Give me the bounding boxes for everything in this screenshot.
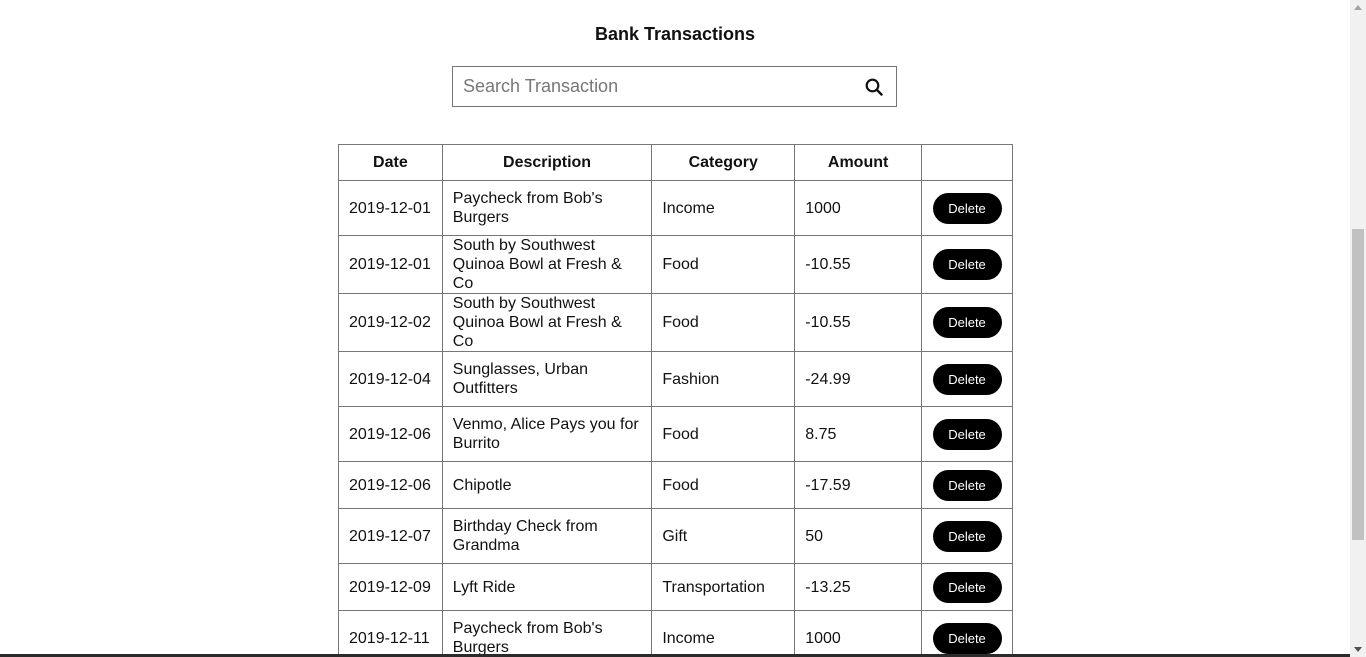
cell-date: 2019-12-11	[338, 610, 443, 657]
transactions-table: Date Description Category Amount 2019-12…	[338, 144, 1013, 657]
delete-button[interactable]: Delete	[932, 418, 1002, 450]
cell-category: Transportation	[651, 563, 796, 611]
delete-button[interactable]: Delete	[932, 622, 1002, 654]
table-row: 2019-12-09 Lyft Ride Transportation -13.…	[338, 563, 1013, 611]
cell-amount: -13.25	[794, 563, 922, 611]
table-row: 2019-12-07 Birthday Check from Grandma G…	[338, 508, 1013, 564]
cell-amount: 1000	[794, 180, 922, 236]
cell-description: Paycheck from Bob's Burgers	[441, 180, 653, 236]
cell-category: Income	[651, 610, 796, 657]
cell-description: Lyft Ride	[441, 563, 653, 611]
cell-action: Delete	[921, 508, 1013, 564]
cell-action: Delete	[921, 351, 1013, 407]
cell-amount: 50	[794, 508, 922, 564]
table-row: 2019-12-01 South by Southwest Quinoa Bow…	[338, 235, 1013, 294]
cell-action: Delete	[921, 180, 1013, 236]
delete-button[interactable]: Delete	[932, 469, 1002, 501]
cell-action: Delete	[921, 563, 1013, 611]
cell-amount: -17.59	[794, 461, 922, 509]
cell-category: Gift	[651, 508, 796, 564]
search-input[interactable]	[453, 67, 852, 106]
scrollbar-thumb[interactable]	[1352, 229, 1364, 540]
delete-button[interactable]: Delete	[932, 192, 1002, 224]
header-amount[interactable]: Amount	[794, 144, 922, 181]
cell-action: Delete	[921, 610, 1013, 657]
cell-category: Food	[651, 406, 796, 462]
cell-description: Paycheck from Bob's Burgers	[441, 610, 653, 657]
table-header-row: Date Description Category Amount	[338, 144, 1013, 181]
cell-action: Delete	[921, 293, 1013, 352]
search-bar	[452, 66, 897, 107]
delete-button[interactable]: Delete	[932, 520, 1002, 552]
cell-description: South by Southwest Quinoa Bowl at Fresh …	[441, 293, 653, 352]
header-description[interactable]: Description	[441, 144, 653, 181]
cell-description: Venmo, Alice Pays you for Burrito	[441, 406, 653, 462]
cell-description: Sunglasses, Urban Outfitters	[441, 351, 653, 407]
cell-amount: -24.99	[794, 351, 922, 407]
cell-date: 2019-12-06	[338, 406, 443, 462]
table-row: 2019-12-06 Chipotle Food -17.59 Delete	[338, 461, 1013, 509]
cell-description: South by Southwest Quinoa Bowl at Fresh …	[441, 235, 653, 294]
cell-action: Delete	[921, 235, 1013, 294]
scroll-up-arrow-icon[interactable]	[1354, 5, 1362, 10]
cell-category: Food	[651, 235, 796, 294]
cell-date: 2019-12-01	[338, 235, 443, 294]
cell-amount: 8.75	[794, 406, 922, 462]
cell-amount: -10.55	[794, 235, 922, 294]
cell-amount: -10.55	[794, 293, 922, 352]
cell-action: Delete	[921, 461, 1013, 509]
cell-category: Fashion	[651, 351, 796, 407]
table-row: 2019-12-04 Sunglasses, Urban Outfitters …	[338, 351, 1013, 407]
scroll-down-arrow-icon[interactable]	[1354, 647, 1362, 652]
cell-date: 2019-12-02	[338, 293, 443, 352]
header-category[interactable]: Category	[651, 144, 796, 181]
header-date[interactable]: Date	[338, 144, 443, 181]
page-title: Bank Transactions	[594, 24, 756, 44]
cell-action: Delete	[921, 406, 1013, 462]
search-icon[interactable]	[852, 67, 896, 106]
vertical-scrollbar[interactable]	[1350, 0, 1366, 657]
table-row: 2019-12-02 South by Southwest Quinoa Bow…	[338, 293, 1013, 352]
cell-date: 2019-12-01	[338, 180, 443, 236]
cell-date: 2019-12-04	[338, 351, 443, 407]
delete-button[interactable]: Delete	[932, 363, 1002, 395]
page: Bank Transactions Date Desc	[0, 0, 1366, 657]
delete-button[interactable]: Delete	[932, 571, 1002, 603]
cell-date: 2019-12-06	[338, 461, 443, 509]
cell-amount: 1000	[794, 610, 922, 657]
cell-category: Food	[651, 461, 796, 509]
main-content: Bank Transactions Date Desc	[0, 0, 1350, 657]
cell-date: 2019-12-07	[338, 508, 443, 564]
delete-button[interactable]: Delete	[932, 307, 1002, 338]
table-row: 2019-12-01 Paycheck from Bob's Burgers I…	[338, 180, 1013, 236]
delete-button[interactable]: Delete	[932, 249, 1002, 280]
header-actions	[921, 144, 1013, 181]
cell-description: Chipotle	[441, 461, 653, 509]
cell-category: Food	[651, 293, 796, 352]
table-row: 2019-12-06 Venmo, Alice Pays you for Bur…	[338, 406, 1013, 462]
cell-category: Income	[651, 180, 796, 236]
cell-description: Birthday Check from Grandma	[441, 508, 653, 564]
table-row: 2019-12-11 Paycheck from Bob's Burgers I…	[338, 610, 1013, 657]
cell-date: 2019-12-09	[338, 563, 443, 611]
